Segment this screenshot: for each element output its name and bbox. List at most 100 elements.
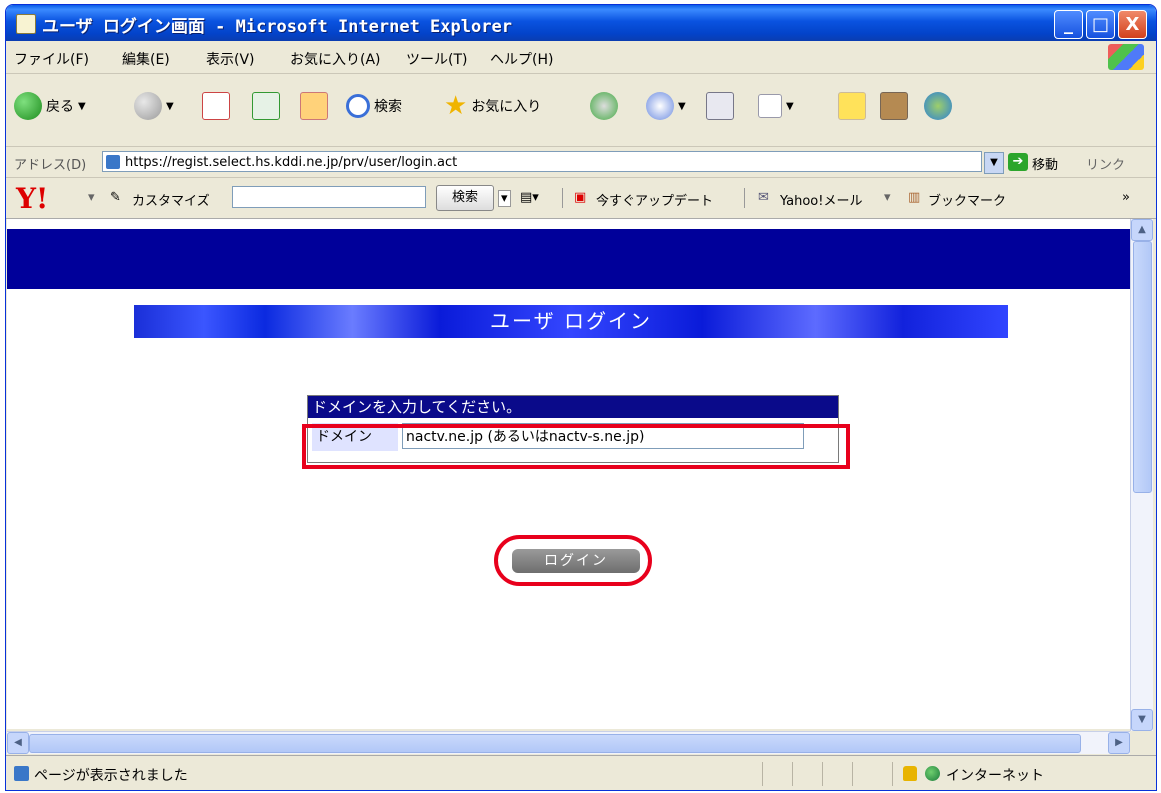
bookmark-icon: ▥	[908, 190, 921, 205]
home-icon	[300, 92, 328, 120]
bookmark-button[interactable]: ブックマーク	[928, 190, 1006, 209]
security-zone: インターネット	[946, 768, 1044, 784]
page-heading: ユーザ ログイン	[134, 305, 1008, 338]
yahoo-toolbar: Y! ▾ ✎ カスタマイズ 検索 ▾ ▤▾ ▣ 今すぐアップデート ✉ Yaho…	[6, 178, 1156, 219]
scroll-up-icon[interactable]: ▲	[1131, 219, 1153, 241]
search-icon	[346, 94, 370, 118]
page-favicon-icon	[106, 155, 120, 169]
edit-button[interactable]: ▼	[758, 84, 794, 128]
maximize-button[interactable]: □	[1086, 10, 1115, 39]
title-bar: ユーザ ログイン画面 - Microsoft Internet Explorer…	[6, 5, 1156, 41]
lock-icon	[903, 766, 917, 781]
menu-help[interactable]: ヘルプ(H)	[490, 49, 553, 69]
address-bar: アドレス(D) https://regist.select.hs.kddi.ne…	[6, 147, 1156, 178]
go-button[interactable]: 移動	[1032, 154, 1058, 173]
chevron-down-icon[interactable]: ▾	[884, 190, 891, 205]
discuss-button[interactable]	[838, 84, 866, 128]
history-icon	[590, 92, 618, 120]
favorites-button[interactable]: ★ お気に入り	[444, 84, 541, 128]
home-button[interactable]	[300, 84, 328, 128]
minimize-button[interactable]: _	[1054, 10, 1083, 39]
chevron-down-icon[interactable]: ▾	[88, 190, 95, 205]
close-button[interactable]: X	[1118, 10, 1147, 39]
annotation-highlight-oval	[494, 535, 652, 586]
toolbar-options-icon[interactable]: ▤▾	[520, 190, 539, 205]
refresh-button[interactable]	[252, 84, 280, 128]
status-bar: ページが表示されました インターネット	[6, 755, 1156, 790]
vertical-scroll-thumb[interactable]	[1133, 241, 1152, 493]
back-button[interactable]: 戻る ▼	[14, 84, 86, 128]
print-button[interactable]	[706, 84, 734, 128]
menu-tools[interactable]: ツール(T)	[406, 49, 467, 69]
note-icon	[838, 92, 866, 120]
window-title: ユーザ ログイン画面 - Microsoft Internet Explorer	[42, 17, 512, 37]
menu-favorites[interactable]: お気に入り(A)	[290, 49, 381, 69]
yahoo-mail-button[interactable]: Yahoo!メール	[780, 190, 862, 209]
form-title: ドメインを入力してください。	[308, 396, 838, 418]
menu-file[interactable]: ファイル(F)	[14, 49, 89, 69]
divider	[562, 188, 563, 208]
scroll-down-icon[interactable]: ▼	[1131, 709, 1153, 731]
refresh-icon	[252, 92, 280, 120]
links-button[interactable]: リンク	[1086, 154, 1125, 173]
pencil-icon: ✎	[110, 190, 121, 205]
browser-window: ユーザ ログイン画面 - Microsoft Internet Explorer…	[5, 4, 1157, 791]
chevron-down-icon: ▼	[786, 100, 794, 112]
horizontal-scrollbar[interactable]: ◀ ▶	[7, 731, 1130, 754]
divider	[822, 762, 823, 786]
page-content: ユーザ ログイン ドメインを入力してください。 ドメイン nactv.ne.jp…	[7, 219, 1130, 729]
forward-button[interactable]: ▼	[134, 84, 174, 128]
search-options-dropdown[interactable]: ▾	[498, 190, 511, 207]
chevron-down-icon: ▼	[678, 100, 686, 112]
edit-document-icon	[758, 94, 782, 118]
mail-icon	[646, 92, 674, 120]
menu-view[interactable]: 表示(V)	[206, 49, 255, 69]
update-button[interactable]: 今すぐアップデート	[596, 190, 713, 209]
divider	[762, 762, 763, 786]
research-button[interactable]	[880, 84, 908, 128]
back-label: 戻る	[46, 99, 74, 115]
annotation-highlight-rectangle	[302, 424, 850, 469]
printer-icon	[706, 92, 734, 120]
address-input[interactable]: https://regist.select.hs.kddi.ne.jp/prv/…	[102, 151, 982, 172]
mail-envelope-icon: ✉	[758, 190, 769, 205]
status-message: ページが表示されました	[34, 768, 188, 784]
scroll-right-icon[interactable]: ▶	[1108, 732, 1130, 754]
chevron-down-icon: ▼	[78, 100, 86, 112]
divider	[892, 762, 893, 786]
vertical-scrollbar[interactable]: ▲ ▼	[1130, 219, 1153, 731]
address-label: アドレス(D)	[14, 158, 87, 173]
globe-icon	[925, 766, 940, 781]
menu-bar: ファイル(F) 編集(E) 表示(V) お気に入り(A) ツール(T) ヘルプ(…	[6, 41, 1156, 74]
forward-arrow-icon	[134, 92, 162, 120]
favorites-label: お気に入り	[471, 99, 542, 115]
update-icon: ▣	[574, 190, 587, 205]
yahoo-search-input[interactable]	[232, 186, 426, 208]
yahoo-search-button[interactable]: 検索	[436, 185, 494, 211]
ie-page-icon	[16, 14, 36, 34]
back-arrow-icon	[14, 92, 42, 120]
toolbar-more-button[interactable]: »	[1122, 190, 1130, 205]
messenger-button[interactable]	[924, 84, 952, 128]
history-button[interactable]	[590, 84, 618, 128]
horizontal-scroll-thumb[interactable]	[29, 734, 1081, 753]
page-header-band	[7, 229, 1130, 289]
page-status-icon	[14, 766, 29, 781]
windows-logo-icon	[1108, 44, 1144, 70]
search-button[interactable]: 検索	[346, 84, 402, 128]
search-label: 検索	[374, 99, 402, 115]
menu-edit[interactable]: 編集(E)	[122, 49, 170, 69]
scroll-left-icon[interactable]: ◀	[7, 732, 29, 754]
mail-button[interactable]: ▼	[646, 84, 686, 128]
chevron-down-icon: ▼	[166, 100, 174, 112]
address-dropdown-icon[interactable]: ▼	[984, 152, 1004, 174]
star-icon: ★	[444, 91, 468, 121]
customize-button[interactable]: カスタマイズ	[132, 190, 210, 209]
stop-button[interactable]	[202, 84, 230, 128]
divider	[852, 762, 853, 786]
standard-toolbar: 戻る ▼ ▼ 検索 ★ お気に入り ▼ ▼	[6, 74, 1156, 147]
go-arrow-icon[interactable]: ➔	[1008, 153, 1028, 171]
divider	[792, 762, 793, 786]
yahoo-logo[interactable]: Y!	[16, 182, 48, 215]
messenger-icon	[924, 92, 952, 120]
